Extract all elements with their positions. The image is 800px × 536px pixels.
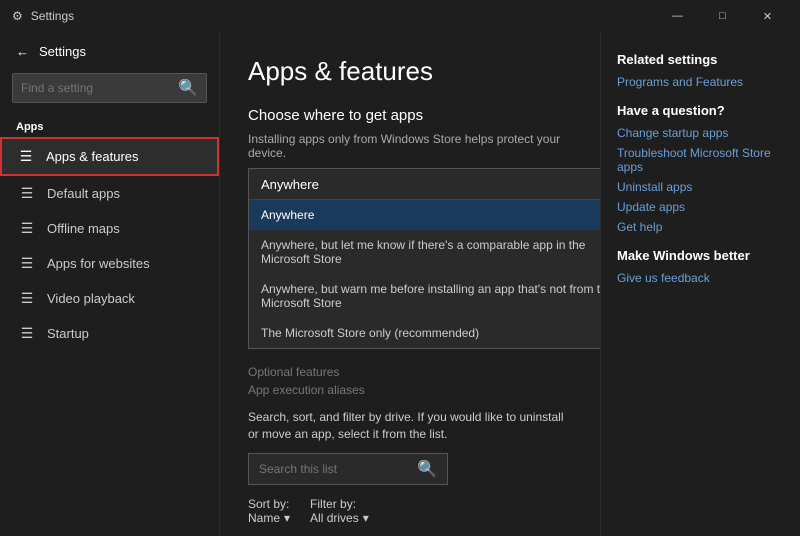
page-title: Apps & features <box>248 56 572 87</box>
sidebar-item-startup[interactable]: ☰ Startup <box>0 316 219 351</box>
sidebar-item-apps-features[interactable]: ☰ Apps & features <box>0 137 219 176</box>
app-search-input[interactable] <box>259 462 417 476</box>
titlebar-left: ⚙ Settings <box>12 9 74 23</box>
dropdown-options-list: Anywhere Anywhere, but let me know if th… <box>249 200 600 348</box>
filter-label: Filter by: All drives ▾ <box>310 497 369 525</box>
dropdown-option-2[interactable]: Anywhere, but warn me before installing … <box>249 274 600 318</box>
sidebar-item-label: Video playback <box>47 291 135 306</box>
app-search-box[interactable]: 🔍 <box>248 453 448 485</box>
choose-section-desc: Installing apps only from Windows Store … <box>248 132 572 160</box>
titlebar-title: Settings <box>31 9 74 23</box>
source-dropdown-container: Anywhere ▾ Anywhere Anywhere, but let me… <box>248 168 572 349</box>
search-icon: 🔍 <box>417 459 437 479</box>
dropdown-selected-text: Anywhere <box>261 177 319 192</box>
sidebar-search-box[interactable]: 🔍 <box>12 73 207 103</box>
titlebar: ⚙ Settings — □ ✕ <box>0 0 800 32</box>
get-help-link[interactable]: Get help <box>617 220 784 234</box>
titlebar-controls: — □ ✕ <box>655 0 790 32</box>
offline-maps-icon: ☰ <box>19 220 35 237</box>
filter-row: Sort by: Name ▾ Filter by: All drives ▾ <box>248 497 572 525</box>
video-playback-icon: ☰ <box>19 290 35 307</box>
default-apps-icon: ☰ <box>19 185 35 202</box>
sidebar-item-offline-maps[interactable]: ☰ Offline maps <box>0 211 219 246</box>
app-execution-aliases-link[interactable]: App execution aliases <box>248 383 572 397</box>
apps-websites-icon: ☰ <box>19 255 35 272</box>
source-dropdown[interactable]: Anywhere ▾ Anywhere Anywhere, but let me… <box>248 168 600 349</box>
give-feedback-link[interactable]: Give us feedback <box>617 271 784 285</box>
sort-label: Sort by: Name ▾ <box>248 497 290 525</box>
sidebar-item-label: Offline maps <box>47 221 120 236</box>
uninstall-apps-link[interactable]: Uninstall apps <box>617 180 784 194</box>
back-icon: ← <box>16 44 29 59</box>
sidebar-item-video-playback[interactable]: ☰ Video playback <box>0 281 219 316</box>
sort-value-button[interactable]: Name ▾ <box>248 511 290 525</box>
choose-section-heading: Choose where to get apps <box>248 107 572 124</box>
dropdown-option-3[interactable]: The Microsoft Store only (recommended) <box>249 318 600 348</box>
related-settings-title: Related settings <box>617 52 784 67</box>
apps-features-icon: ☰ <box>18 148 34 165</box>
sidebar-item-label: Default apps <box>47 186 120 201</box>
app-list-description: Search, sort, and filter by drive. If yo… <box>248 409 572 443</box>
filter-value-button[interactable]: All drives ▾ <box>310 511 369 525</box>
maximize-button[interactable]: □ <box>700 0 745 32</box>
troubleshoot-store-link[interactable]: Troubleshoot Microsoft Store apps <box>617 146 784 174</box>
have-question-title: Have a question? <box>617 103 784 118</box>
close-button[interactable]: ✕ <box>745 0 790 32</box>
back-button[interactable]: ← Settings <box>0 36 219 67</box>
dropdown-selected-option[interactable]: Anywhere ▾ <box>249 169 600 200</box>
startup-icon: ☰ <box>19 325 35 342</box>
optional-features-link[interactable]: Optional features <box>248 365 572 379</box>
make-windows-better-title: Make Windows better <box>617 248 784 263</box>
sidebar-item-label: Startup <box>47 326 89 341</box>
sidebar-item-default-apps[interactable]: ☰ Default apps <box>0 176 219 211</box>
sidebar: ← Settings 🔍 Apps ☰ Apps & features ☰ De… <box>0 32 220 536</box>
change-startup-link[interactable]: Change startup apps <box>617 126 784 140</box>
search-icon: 🔍 <box>178 78 198 98</box>
settings-icon: ⚙ <box>12 9 23 23</box>
right-panel: Related settings Programs and Features H… <box>600 32 800 536</box>
sidebar-item-apps-websites[interactable]: ☰ Apps for websites <box>0 246 219 281</box>
back-label: Settings <box>39 44 86 59</box>
sidebar-item-label: Apps for websites <box>47 256 150 271</box>
content-area: Apps & features Choose where to get apps… <box>220 32 600 536</box>
dropdown-option-1[interactable]: Anywhere, but let me know if there's a c… <box>249 230 600 274</box>
main-layout: ← Settings 🔍 Apps ☰ Apps & features ☰ De… <box>0 32 800 536</box>
sidebar-search-input[interactable] <box>21 81 178 95</box>
sidebar-section-label: Apps <box>0 109 219 137</box>
minimize-button[interactable]: — <box>655 0 700 32</box>
programs-features-link[interactable]: Programs and Features <box>617 75 784 89</box>
update-apps-link[interactable]: Update apps <box>617 200 784 214</box>
sidebar-item-label: Apps & features <box>46 149 139 164</box>
dropdown-option-0[interactable]: Anywhere <box>249 200 600 230</box>
